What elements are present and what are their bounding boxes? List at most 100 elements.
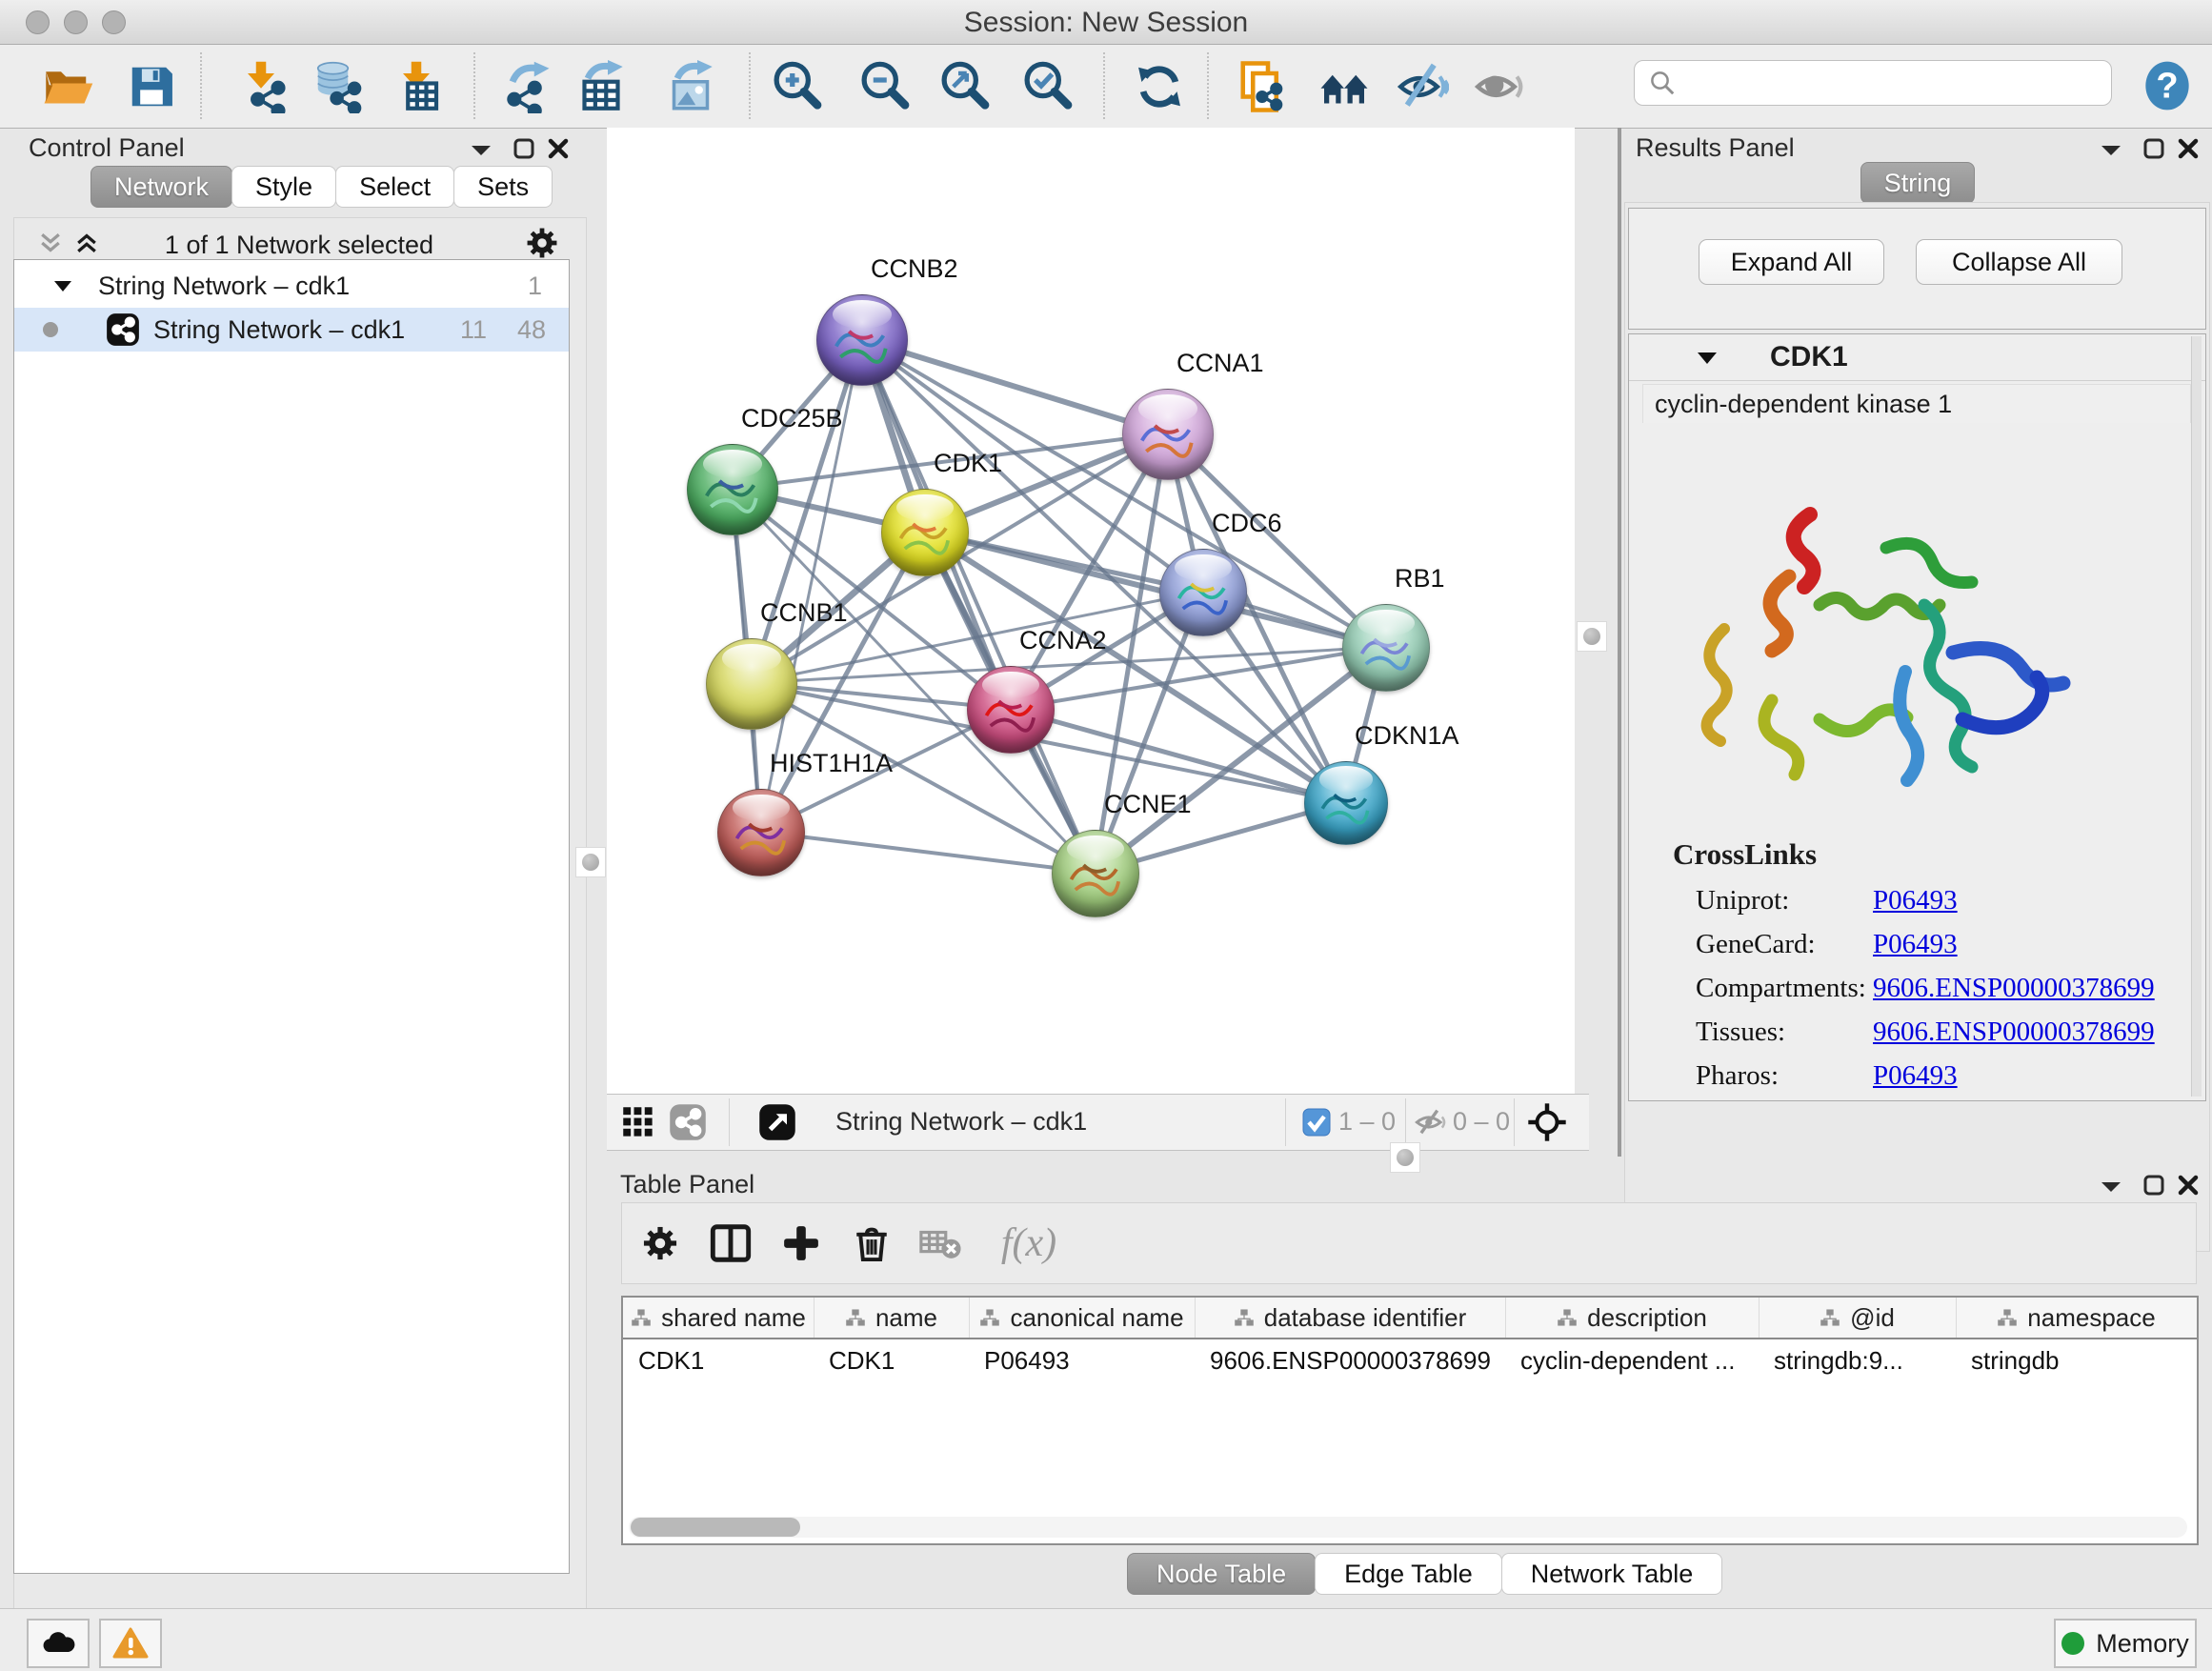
import-network-file-icon[interactable] bbox=[233, 59, 289, 114]
import-table-file-icon[interactable] bbox=[389, 59, 444, 114]
footer-separator bbox=[1405, 1098, 1406, 1146]
collapse-triangle-icon[interactable] bbox=[52, 277, 73, 294]
collapse-triangle-icon[interactable] bbox=[1696, 350, 1719, 372]
column-header-namespace[interactable]: namespace bbox=[1956, 1298, 2198, 1338]
split-columns-icon[interactable] bbox=[704, 1217, 757, 1270]
crosshair-icon[interactable] bbox=[1527, 1102, 1567, 1142]
float-panel-icon[interactable] bbox=[2099, 139, 2123, 165]
memory-button[interactable]: Memory bbox=[2054, 1619, 2197, 1668]
network-node-cdc25b[interactable] bbox=[687, 444, 778, 535]
fit-content-icon[interactable] bbox=[937, 59, 993, 114]
open-session-icon[interactable] bbox=[40, 59, 95, 114]
maximize-panel-icon[interactable] bbox=[2142, 137, 2165, 165]
grid-icon[interactable] bbox=[618, 1102, 658, 1142]
crosslink-link[interactable]: 9606.ENSP00000378699 bbox=[1873, 1017, 2155, 1048]
crosslink-link[interactable]: P06493 bbox=[1873, 1060, 1958, 1092]
export-network-icon[interactable] bbox=[498, 59, 553, 114]
table-cell[interactable]: cyclin-dependent ... bbox=[1505, 1341, 1759, 1379]
table-cell[interactable]: CDK1 bbox=[814, 1341, 969, 1379]
drag-handle[interactable] bbox=[575, 847, 606, 877]
export-image-icon[interactable] bbox=[663, 59, 718, 114]
results-scrollbar[interactable] bbox=[2191, 336, 2202, 1097]
network-node-ccnb1[interactable] bbox=[706, 638, 797, 730]
network-node-ccnb2[interactable] bbox=[816, 294, 908, 386]
network-node-ccna2[interactable] bbox=[967, 666, 1055, 754]
close-panel-icon[interactable] bbox=[547, 137, 570, 165]
first-neighbors-icon[interactable] bbox=[1317, 59, 1372, 114]
column-header-description[interactable]: description bbox=[1505, 1298, 1760, 1338]
show-all-icon[interactable] bbox=[1472, 59, 1527, 114]
gear-icon[interactable] bbox=[633, 1217, 687, 1270]
close-panel-icon[interactable] bbox=[2177, 1174, 2200, 1201]
column-header-database-identifier[interactable]: database identifier bbox=[1195, 1298, 1506, 1338]
network-node-ccna1[interactable] bbox=[1122, 389, 1214, 480]
network-node-cdkn1a[interactable] bbox=[1304, 761, 1388, 845]
network-node-ccne1[interactable] bbox=[1052, 830, 1139, 917]
panel-divider[interactable] bbox=[1618, 128, 1621, 1157]
import-network-database-icon[interactable] bbox=[309, 59, 364, 114]
network-node-cdk1[interactable] bbox=[881, 489, 969, 576]
table-cell[interactable]: P06493 bbox=[969, 1341, 1195, 1379]
zoom-out-icon[interactable] bbox=[857, 59, 913, 114]
zoom-selected-icon[interactable] bbox=[1020, 59, 1076, 114]
search-field[interactable] bbox=[1634, 60, 2112, 106]
drag-handle[interactable] bbox=[1390, 1142, 1420, 1173]
tab-network-table[interactable]: Network Table bbox=[1501, 1553, 1723, 1595]
tab-edge-table[interactable]: Edge Table bbox=[1315, 1553, 1502, 1595]
crosslink-link[interactable]: P06493 bbox=[1873, 885, 1958, 916]
share-badge-icon[interactable] bbox=[668, 1102, 708, 1142]
search-input[interactable] bbox=[1686, 68, 2111, 99]
column-header-@id[interactable]: @id bbox=[1759, 1298, 1957, 1338]
column-header-shared-name[interactable]: shared name bbox=[623, 1298, 814, 1338]
save-session-icon[interactable] bbox=[124, 59, 179, 114]
add-column-icon[interactable] bbox=[774, 1217, 828, 1270]
network-node-rb1[interactable] bbox=[1342, 604, 1430, 692]
tab-sets[interactable]: Sets bbox=[453, 166, 553, 208]
float-panel-icon[interactable] bbox=[469, 139, 493, 165]
drag-handle[interactable] bbox=[1577, 621, 1607, 652]
close-panel-icon[interactable] bbox=[2177, 137, 2200, 165]
crosslink-link[interactable]: P06493 bbox=[1873, 929, 1958, 960]
zoom-in-icon[interactable] bbox=[770, 59, 825, 114]
scrollbar-thumb[interactable] bbox=[631, 1518, 800, 1537]
selected-checkbox[interactable] bbox=[1297, 1102, 1337, 1142]
crosslink-link[interactable]: 9606.ENSP00000378699 bbox=[1873, 973, 2155, 1004]
delete-icon[interactable] bbox=[845, 1217, 898, 1270]
collapse-all-button[interactable]: Collapse All bbox=[1916, 239, 2122, 285]
crosslink-row: Compartments:9606.ENSP00000378699 bbox=[1629, 967, 2205, 1011]
network-canvas[interactable]: CCNB2CCNA1CDC25BCDK1CDC6RB1CCNB1CCNA2CDK… bbox=[607, 128, 1575, 1094]
tab-string[interactable]: String bbox=[1860, 162, 1976, 204]
delete-table-icon[interactable] bbox=[914, 1217, 967, 1270]
column-header-name[interactable]: name bbox=[814, 1298, 970, 1338]
table-cell[interactable]: 9606.ENSP00000378699 bbox=[1195, 1341, 1505, 1379]
table-cell[interactable]: stringdb:9... bbox=[1759, 1341, 1956, 1379]
tab-network[interactable]: Network bbox=[90, 166, 232, 208]
expand-all-button[interactable]: Expand All bbox=[1699, 239, 1884, 285]
help-icon[interactable]: ? bbox=[2140, 58, 2195, 113]
crosslinks-heading: CrossLinks bbox=[1673, 837, 1817, 872]
network-node-hist1h1a[interactable] bbox=[717, 789, 805, 876]
gene-header-row[interactable]: CDK1 bbox=[1629, 334, 2205, 381]
warning-button[interactable] bbox=[99, 1619, 162, 1668]
cloud-button[interactable] bbox=[27, 1619, 90, 1668]
function-builder-icon[interactable]: f(x) bbox=[986, 1217, 1072, 1270]
maximize-panel-icon[interactable] bbox=[2142, 1174, 2165, 1201]
network-row-selected[interactable]: String Network – cdk1 11 48 bbox=[14, 308, 569, 352]
maximize-panel-icon[interactable] bbox=[513, 137, 535, 165]
birdseye-icon[interactable] bbox=[757, 1102, 797, 1142]
tab-node-table[interactable]: Node Table bbox=[1127, 1553, 1316, 1595]
network-node-cdc6[interactable] bbox=[1159, 549, 1247, 636]
new-network-from-selection-icon[interactable] bbox=[1234, 59, 1289, 114]
table-cell[interactable]: stringdb bbox=[1956, 1341, 2197, 1379]
export-table-icon[interactable] bbox=[573, 59, 629, 114]
tab-style[interactable]: Style bbox=[231, 166, 336, 208]
apply-layout-icon[interactable] bbox=[1132, 59, 1187, 114]
network-collection-row[interactable]: String Network – cdk1 1 bbox=[14, 264, 569, 308]
table-horizontal-scrollbar[interactable] bbox=[629, 1517, 2187, 1538]
hidden-eye-icon[interactable] bbox=[1411, 1102, 1451, 1142]
column-header-canonical-name[interactable]: canonical name bbox=[969, 1298, 1196, 1338]
tab-select[interactable]: Select bbox=[335, 166, 454, 208]
float-panel-icon[interactable] bbox=[2099, 1176, 2123, 1201]
hide-selected-icon[interactable] bbox=[1395, 59, 1450, 114]
table-cell[interactable]: CDK1 bbox=[623, 1341, 814, 1379]
